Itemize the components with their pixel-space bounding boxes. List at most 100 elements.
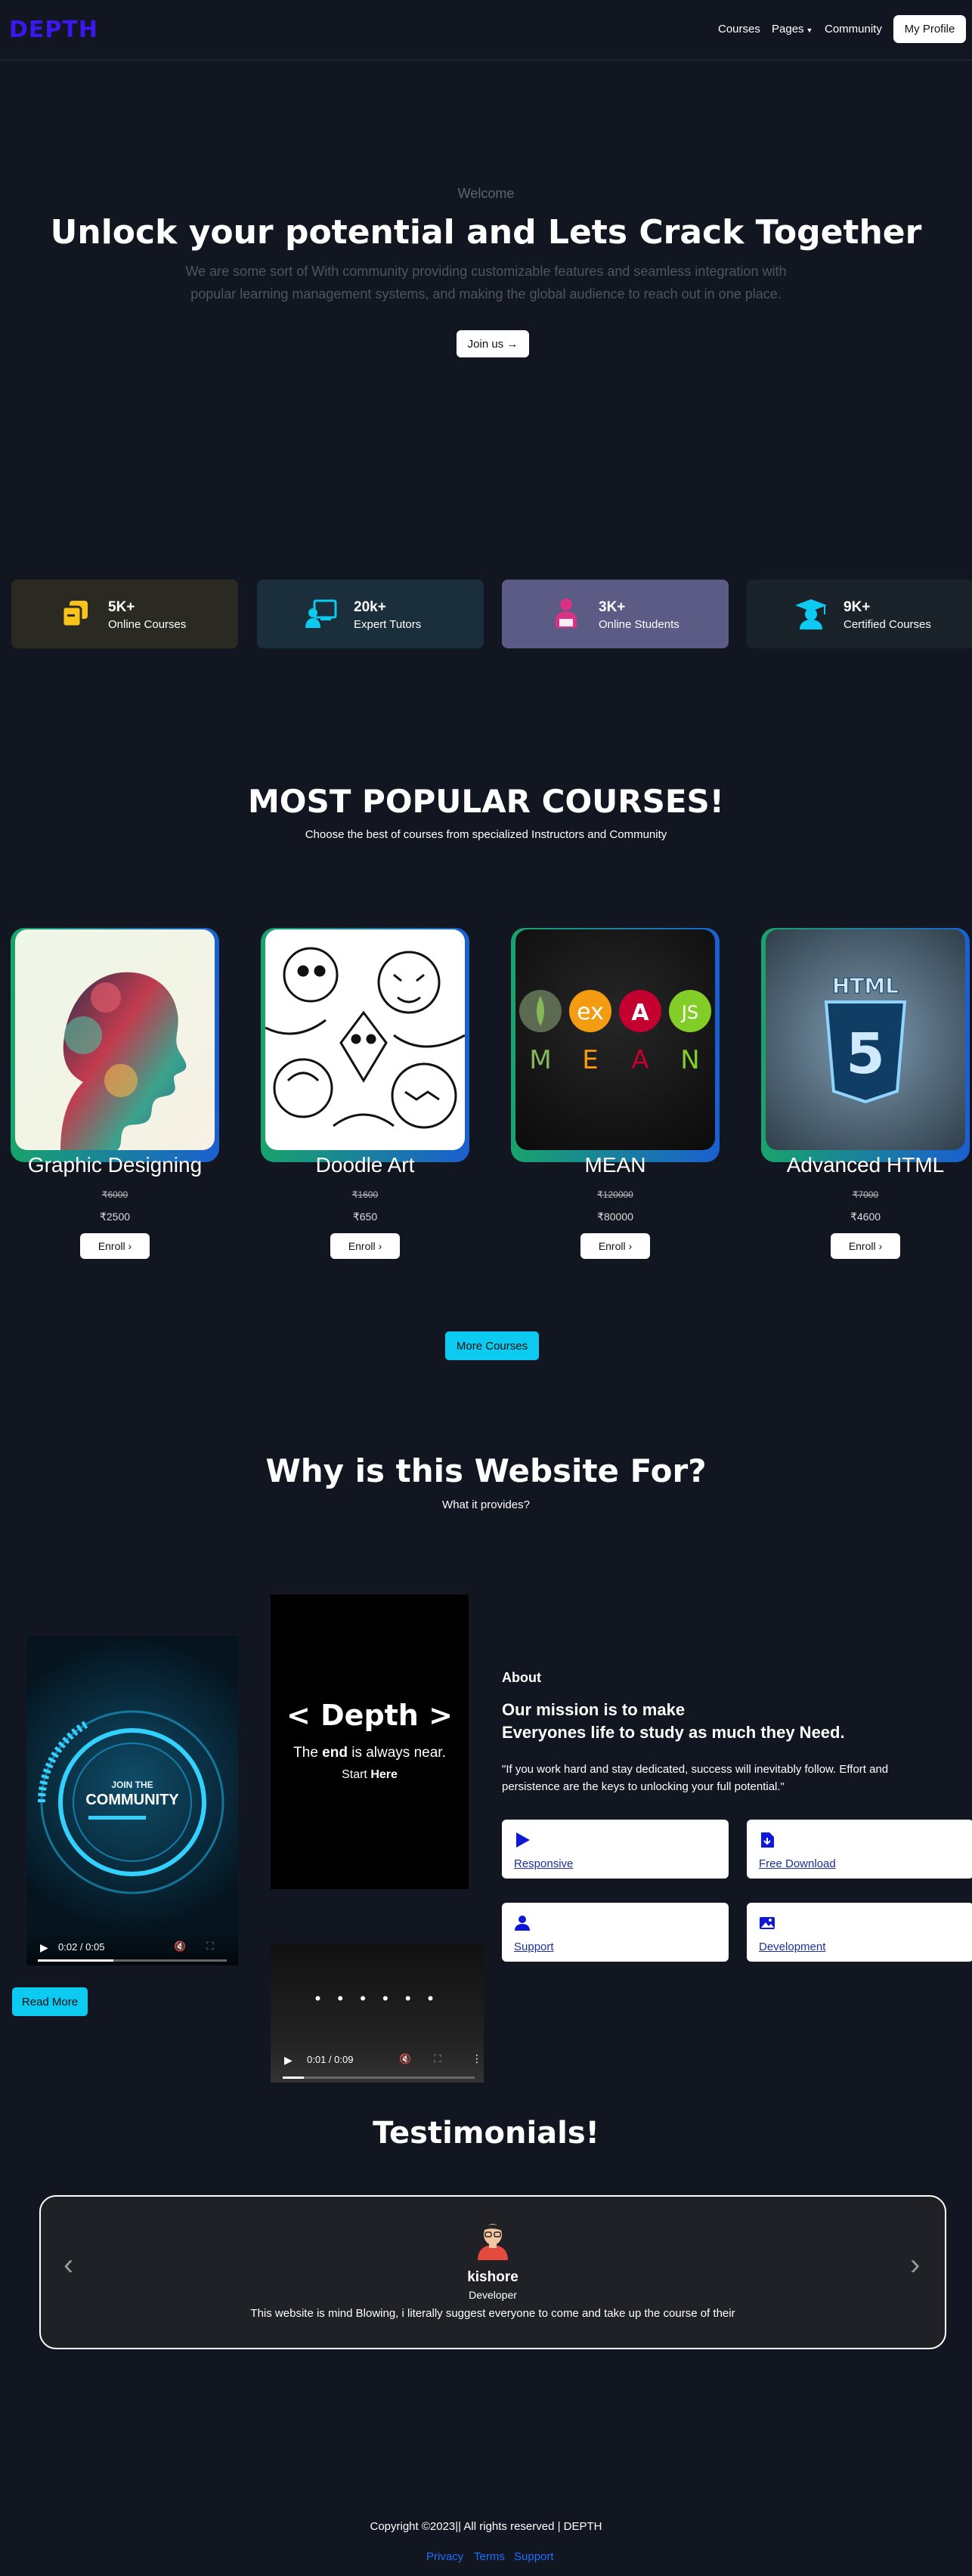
join-us-button[interactable]: Join us → <box>457 330 529 357</box>
nav-link-courses[interactable]: Courses <box>718 23 760 36</box>
video-progress-track[interactable] <box>38 1959 227 1962</box>
play-icon[interactable]: ▶ <box>40 1941 48 1954</box>
course-name: MEAN <box>584 1153 646 1177</box>
stat-card-tutors: 20k+ Expert Tutors <box>257 580 484 648</box>
fullscreen-icon[interactable]: ⛶ <box>206 1940 214 1953</box>
tutor-icon <box>305 599 337 628</box>
course-name: Graphic Designing <box>27 1153 203 1177</box>
brand-logo[interactable]: DEPTH <box>9 17 98 43</box>
feature-label[interactable]: Free Download <box>759 1857 836 1870</box>
student-icon <box>556 598 577 628</box>
start-pre: Start <box>342 1768 367 1781</box>
html5-logo: HTML 5 <box>824 973 907 1104</box>
testimonial-carousel: ‹ › kishore Developer This website is mi… <box>39 2195 946 2349</box>
stat-number: 3K+ <box>599 599 626 615</box>
feature-card-development[interactable]: Development <box>747 1903 972 1962</box>
mean-letter-a: A <box>631 1045 649 1075</box>
course-name: Advanced HTML <box>786 1153 945 1177</box>
hero-title: Unlock your potential and Lets Crack Tog… <box>50 213 922 252</box>
play-icon[interactable]: ▶ <box>284 2054 293 2067</box>
community-video-line1: JOIN THE <box>111 1780 153 1790</box>
html-logo-number: 5 <box>846 1022 885 1087</box>
tagline-post: is always near. <box>351 1745 446 1761</box>
profile-silhouette-art <box>60 972 187 1150</box>
video-progress-fill <box>283 2077 304 2079</box>
video-progress-fill <box>38 1959 113 1962</box>
stat-number: 9K+ <box>844 599 871 615</box>
html-logo-text: HTML <box>832 973 899 998</box>
my-profile-button[interactable]: My Profile <box>893 15 966 43</box>
stat-card-certified: 9K+ Certified Courses <box>747 580 972 648</box>
more-courses-button[interactable]: More Courses <box>445 1331 539 1360</box>
feature-card-responsive[interactable]: Responsive <box>502 1820 729 1879</box>
enroll-button[interactable]: Enroll › <box>580 1233 650 1259</box>
testimonials-title: Testimonials! <box>373 2116 599 2151</box>
course-old-price: ₹120000 <box>597 1189 633 1200</box>
doodle-illustration <box>265 947 465 1129</box>
nav-link-pages[interactable]: Pages ▼ <box>772 23 813 36</box>
mission-line2: Everyones life to study as much they Nee… <box>502 1723 845 1742</box>
depth-video-start: Start Here <box>271 1768 469 1782</box>
stat-number: 5K+ <box>108 599 135 615</box>
svg-text:ex: ex <box>577 999 604 1025</box>
mean-letter-n: N <box>680 1045 699 1075</box>
course-image-advanced-html: HTML 5 <box>766 929 965 1150</box>
svg-text:JS: JS <box>680 1002 698 1023</box>
navbar: DEPTH Courses Pages ▼ Community My Profil… <box>0 0 972 60</box>
mute-icon[interactable]: 🔇 <box>399 2053 411 2065</box>
copy-icon <box>61 601 88 628</box>
mean-stack-logos: ex A JS M E A N <box>519 990 711 1075</box>
video-progress-track[interactable] <box>283 2077 475 2079</box>
mission-line1: Our mission is to make <box>502 1700 686 1719</box>
footer-link-terms[interactable]: Terms <box>474 2550 505 2563</box>
about-label: About <box>502 1670 541 1685</box>
depth-video-brand-text: Depth <box>320 1699 419 1732</box>
image-icon <box>760 1917 775 1929</box>
course-image-mean: ex A JS M E A N <box>515 929 715 1150</box>
course-name: Doodle Art <box>315 1153 415 1177</box>
stat-label: Expert Tutors <box>354 618 422 631</box>
feature-card-free-download[interactable]: Free Download <box>747 1820 972 1879</box>
course-price: ₹650 <box>352 1211 378 1223</box>
enroll-button[interactable]: Enroll › <box>330 1233 400 1259</box>
tagline-pre: The <box>293 1745 318 1761</box>
popular-courses-title: MOST POPULAR COURSES! <box>248 783 724 820</box>
enroll-button[interactable]: Enroll › <box>831 1233 900 1259</box>
stat-label: Online Students <box>599 618 679 631</box>
feature-label[interactable]: Responsive <box>514 1857 573 1870</box>
hero-welcome: Welcome <box>457 186 515 201</box>
course-old-price: ₹7000 <box>852 1189 879 1200</box>
person-icon <box>515 1916 530 1931</box>
feature-card-support[interactable]: Support <box>502 1903 729 1962</box>
read-more-button[interactable]: Read More <box>12 1987 88 2016</box>
angle-right-glyph: > <box>429 1699 453 1732</box>
mute-icon[interactable]: 🔇 <box>174 1941 186 1953</box>
stat-card-courses: 5K+ Online Courses <box>11 580 238 648</box>
loading-video-player[interactable]: • • • • • • ▶ 0:01 / 0:09 🔇 ⛶ ⋮ <box>271 1944 484 2083</box>
why-subtitle: What it provides? <box>442 1498 530 1511</box>
fullscreen-icon[interactable]: ⛶ <box>434 2052 441 2065</box>
course-price: ₹2500 <box>99 1211 131 1223</box>
svg-text:A: A <box>631 1000 649 1026</box>
community-video-player[interactable]: JOIN THE COMMUNITY ▶ 0:02 / 0:05 🔇 ⛶ <box>26 1636 238 1965</box>
graduation-cap-icon <box>795 599 827 629</box>
depth-video-player[interactable]: < Depth > The end is always near. Start … <box>271 1594 469 1889</box>
stat-number: 20k+ <box>354 599 386 615</box>
more-options-icon[interactable]: ⋮ <box>472 2052 482 2065</box>
course-price: ₹4600 <box>850 1211 881 1223</box>
feature-label[interactable]: Development <box>759 1941 825 1953</box>
nav-link-community[interactable]: Community <box>825 23 882 36</box>
video-time: 0:01 / 0:09 <box>307 2054 354 2065</box>
depth-video-tagline: The end is always near. <box>271 1745 469 1761</box>
feature-label[interactable]: Support <box>514 1941 554 1953</box>
footer-link-privacy[interactable]: Privacy <box>426 2550 463 2563</box>
why-title: Why is this Website For? <box>265 1452 707 1489</box>
loading-dots: • • • • • • <box>314 1989 440 2008</box>
footer-link-support[interactable]: Support <box>514 2550 554 2563</box>
testimonial-text: This website is mind Blowing, i literall… <box>250 2307 735 2320</box>
enroll-button[interactable]: Enroll › <box>80 1233 150 1259</box>
start-bold: Here <box>370 1768 398 1781</box>
course-image-doodle-art <box>265 929 465 1150</box>
course-image-graphic-designing <box>15 929 215 1150</box>
video-controls: ▶ 0:01 / 0:09 🔇 ⛶ ⋮ <box>271 2042 484 2083</box>
